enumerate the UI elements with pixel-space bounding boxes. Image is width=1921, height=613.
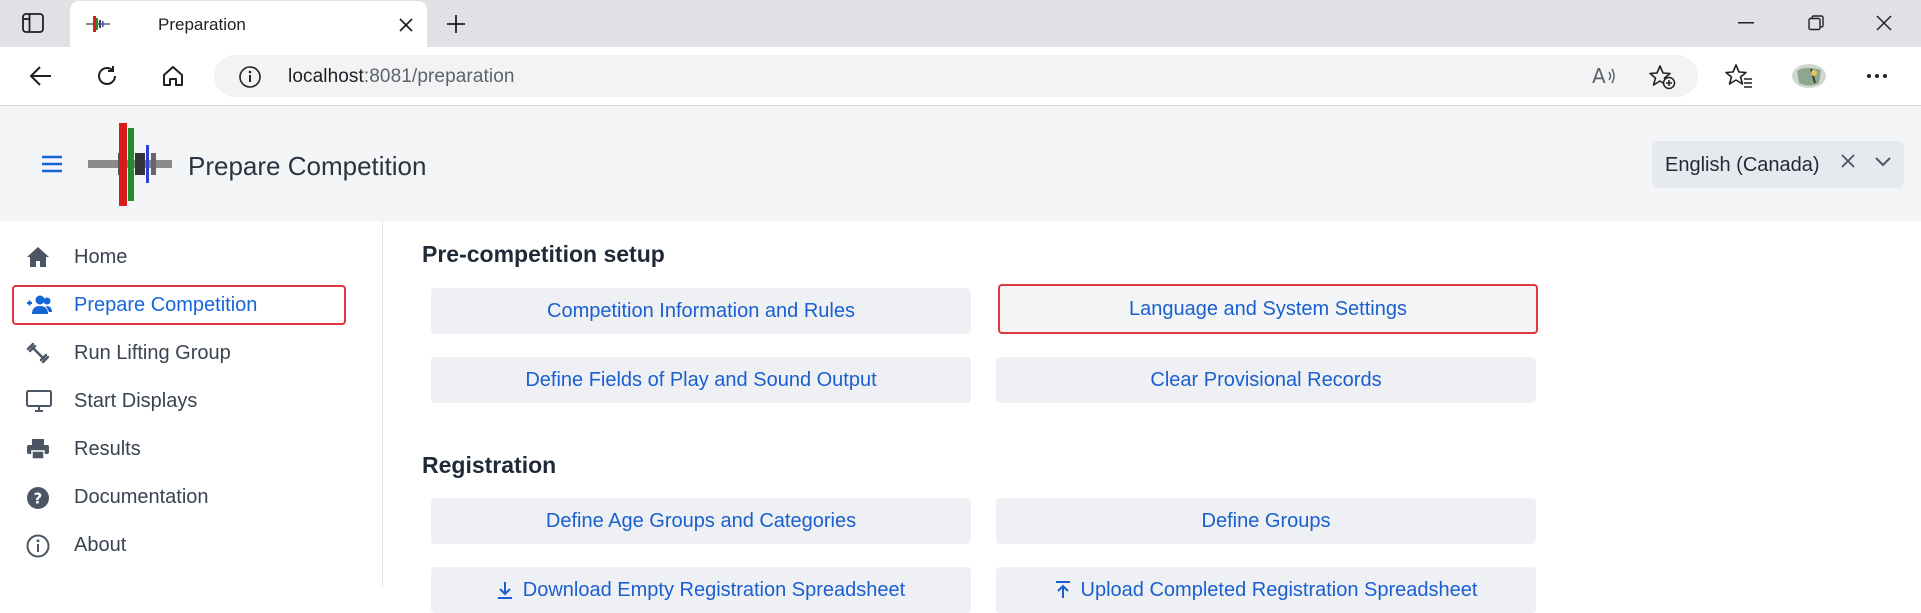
chevron-down-icon[interactable] (1874, 155, 1892, 173)
sidebar-item-label: Results (74, 438, 141, 460)
site-info-icon[interactable] (238, 65, 262, 94)
sidebar-item-label: Prepare Competition (74, 294, 258, 316)
upload-registration-label: Upload Completed Registration Spreadshee… (1080, 578, 1478, 601)
download-icon (497, 581, 513, 599)
menu-toggle-icon[interactable] (40, 153, 64, 175)
more-options-icon[interactable] (1862, 61, 1892, 91)
sidebar-item-label: Home (74, 246, 128, 268)
section-title-registration: Registration (422, 452, 557, 478)
browser-tab-strip: Preparation (0, 0, 1921, 47)
tab-actions-icon[interactable] (22, 13, 44, 33)
sidebar-item-label: Run Lifting Group (74, 342, 231, 364)
url-text: localhost:8081/preparation (288, 66, 515, 87)
define-groups-button[interactable]: Define Groups (996, 498, 1536, 544)
reload-icon[interactable] (92, 61, 122, 91)
app-logo (88, 123, 172, 206)
svg-text:?: ? (34, 490, 43, 508)
monitor-icon (26, 390, 52, 412)
help-icon: ? (26, 486, 50, 509)
profile-avatar-icon[interactable] (1790, 61, 1828, 91)
sidebar-item-prepare-competition[interactable]: Prepare Competition (12, 285, 346, 325)
address-bar[interactable]: localhost:8081/preparation A (214, 55, 1698, 97)
language-select[interactable]: English (Canada) (1652, 141, 1904, 188)
language-value: English (Canada) (1665, 154, 1820, 176)
sidebar-item-label: Start Displays (74, 390, 198, 412)
app-header: Prepare Competition English (Canada) (0, 106, 1921, 221)
users-icon (26, 294, 52, 316)
section-title-pre-competition: Pre-competition setup (422, 241, 665, 267)
new-tab-icon[interactable] (442, 10, 470, 38)
back-icon[interactable] (26, 61, 56, 91)
language-system-settings-button[interactable]: Language and System Settings (998, 284, 1538, 334)
sidebar-item-run-lifting-group[interactable]: Run Lifting Group (12, 333, 346, 373)
age-groups-button[interactable]: Define Age Groups and Categories (431, 498, 971, 544)
clear-records-button[interactable]: Clear Provisional Records (996, 357, 1536, 403)
download-registration-label: Download Empty Registration Spreadsheet (522, 578, 906, 601)
home-icon (26, 246, 50, 268)
sidebar: Home Prepare Competition Run Lifting Gro… (0, 221, 383, 587)
upload-icon (1055, 581, 1071, 599)
close-window-icon[interactable] (1864, 9, 1904, 37)
barbell-favicon-icon (86, 13, 110, 40)
printer-icon (26, 438, 50, 460)
competition-info-button[interactable]: Competition Information and Rules (431, 288, 971, 334)
read-aloud-icon[interactable]: A (1592, 64, 1618, 93)
minimize-icon[interactable] (1726, 9, 1766, 37)
browser-tab[interactable]: Preparation (70, 1, 427, 47)
page-title: Prepare Competition (188, 151, 427, 181)
sidebar-item-start-displays[interactable]: Start Displays (12, 381, 346, 421)
sidebar-item-about[interactable]: About (12, 525, 346, 565)
favorites-icon[interactable] (1724, 61, 1754, 91)
sidebar-item-results[interactable]: Results (12, 429, 346, 469)
upload-registration-button[interactable]: Upload Completed Registration Spreadshee… (996, 567, 1536, 613)
dumbbell-icon (26, 342, 50, 364)
add-favorite-icon[interactable] (1648, 64, 1676, 95)
clear-icon[interactable] (1840, 153, 1856, 174)
close-tab-icon[interactable] (394, 13, 418, 37)
sidebar-item-label: About (74, 534, 127, 556)
download-registration-button[interactable]: Download Empty Registration Spreadsheet (431, 567, 971, 613)
home-browser-icon[interactable] (158, 61, 188, 91)
sidebar-item-documentation[interactable]: ? Documentation (12, 477, 346, 517)
browser-toolbar: localhost:8081/preparation A (0, 47, 1921, 106)
svg-text:A: A (1592, 64, 1606, 88)
sidebar-item-home[interactable]: Home (12, 237, 346, 277)
fields-of-play-button[interactable]: Define Fields of Play and Sound Output (431, 357, 971, 403)
sidebar-item-label: Documentation (74, 486, 209, 508)
restore-icon[interactable] (1796, 9, 1836, 37)
tab-title: Preparation (158, 15, 246, 34)
info-icon (26, 534, 50, 558)
